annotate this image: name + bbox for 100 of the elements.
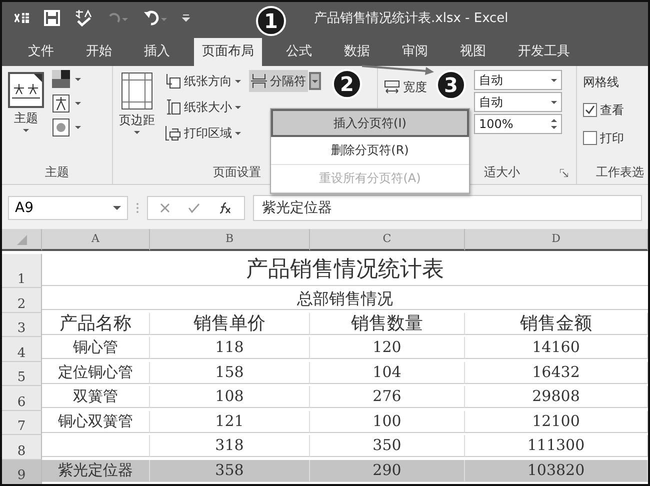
group-label: 页面设置 <box>213 164 261 181</box>
gridlines-heading: 网格线 <box>582 74 620 90</box>
check-icon <box>585 105 595 115</box>
ribbon-tab[interactable]: 开始 <box>78 38 120 66</box>
group-label: 工作表选 <box>595 164 644 181</box>
caret-icon <box>235 80 241 82</box>
fonts-icon[interactable] <box>52 94 82 114</box>
row-header[interactable]: 5 <box>2 362 42 386</box>
ribbon-tab[interactable]: 文件 <box>20 38 62 66</box>
row-header[interactable]: 2 <box>2 288 42 312</box>
width-icon <box>384 80 400 94</box>
group-label: 主题 <box>44 164 70 181</box>
ribbon-tab[interactable]: 审阅 <box>394 38 436 66</box>
table-cell: 100 <box>310 410 465 432</box>
height-dropdown[interactable]: 自动 <box>474 92 562 112</box>
window-title: 产品销售情况统计表.xlsx - Excel <box>314 10 508 27</box>
themes-button[interactable]: 主题 <box>6 70 46 162</box>
ribbon-tab[interactable]: 数据 <box>336 38 378 66</box>
table-cell: 销售单价 <box>150 312 310 334</box>
customize-icon[interactable] <box>182 13 190 23</box>
undo-icon[interactable] <box>144 10 168 26</box>
ribbon-tab[interactable]: 插入 <box>136 38 178 66</box>
dialog-launcher-icon[interactable] <box>560 169 568 177</box>
margins-icon <box>121 72 153 110</box>
row-header[interactable]: 1 <box>2 254 42 288</box>
grip-icon <box>136 202 139 214</box>
row-header[interactable]: 4 <box>2 337 42 362</box>
table-cell: 铜心双簧管 <box>42 410 150 432</box>
table-cell: 350 <box>310 435 465 457</box>
table-cell: 产品名称 <box>42 312 150 334</box>
checkbox[interactable] <box>583 103 597 117</box>
table-cell: 111300 <box>465 435 648 457</box>
page-setup-button[interactable]: 纸张大小 <box>163 96 243 118</box>
table-cell: 定位铜心管 <box>42 362 150 384</box>
table-cell: 12100 <box>465 410 648 432</box>
table-cell: 120 <box>310 337 465 359</box>
column-header[interactable]: C <box>310 229 465 251</box>
table-cell: 29808 <box>465 386 648 408</box>
page-setup-button[interactable]: 打印区域 <box>163 122 243 144</box>
table-cell: 104 <box>310 362 465 384</box>
function-icon[interactable] <box>218 202 232 214</box>
column-header[interactable]: D <box>465 229 648 251</box>
row-header[interactable]: 3 <box>2 312 42 337</box>
row-header[interactable]: 8 <box>2 435 42 460</box>
caret-icon[interactable] <box>113 206 121 210</box>
spelling-icon[interactable] <box>74 9 92 27</box>
column-header[interactable]: B <box>150 229 310 251</box>
theme-icon <box>8 72 44 108</box>
cancel-icon[interactable] <box>160 203 170 213</box>
caret-icon <box>551 78 557 82</box>
enter-icon[interactable] <box>188 203 200 213</box>
table-cell: 紫光定位器 <box>42 460 150 482</box>
scale-spinner[interactable]: 100% <box>474 114 562 134</box>
table-cell: 14160 <box>465 337 648 359</box>
table-cell: 销售金额 <box>465 312 648 334</box>
checkbox-label: 打印 <box>600 130 624 146</box>
formula-field[interactable]: 紫光定位器 <box>253 195 642 221</box>
caret-icon <box>551 100 557 104</box>
row-header[interactable]: 7 <box>2 410 42 435</box>
ribbon-tab[interactable]: 开发工具 <box>510 38 578 66</box>
breaks-icon <box>251 73 267 89</box>
caret-icon <box>235 106 241 108</box>
row-header[interactable]: 9 <box>2 460 42 484</box>
checkbox[interactable] <box>583 131 597 145</box>
ribbon-tab[interactable]: 公式 <box>278 38 320 66</box>
effects-icon[interactable] <box>52 118 82 138</box>
table-cell: 总部销售情况 <box>42 288 648 310</box>
save-icon[interactable] <box>44 10 60 26</box>
table-cell: 158 <box>150 362 310 384</box>
table-cell: 118 <box>150 337 310 359</box>
table-cell: 121 <box>150 410 310 432</box>
name-box[interactable]: A9 <box>8 196 128 220</box>
checkbox-label: 查看 <box>600 102 624 118</box>
colors-icon[interactable] <box>52 70 82 90</box>
table-cell: 290 <box>310 460 465 482</box>
caret-icon <box>23 129 29 132</box>
row-header[interactable]: 6 <box>2 386 42 410</box>
caret-icon <box>134 131 140 134</box>
spinner-icon[interactable] <box>551 118 557 130</box>
table-cell: 318 <box>150 435 310 457</box>
breaks-button[interactable]: 分隔符 <box>249 70 308 92</box>
page-setup-button[interactable]: 纸张方向 <box>163 70 243 92</box>
ribbon-tab[interactable]: 视图 <box>452 38 494 66</box>
table-cell: 销售数量 <box>310 312 465 334</box>
group-label: 适大小 <box>484 164 520 181</box>
width-button[interactable]: 宽度 <box>382 76 429 98</box>
breaks-dropdown-button[interactable] <box>309 72 321 90</box>
menu-item[interactable]: 插入分页符(I) <box>271 109 469 137</box>
column-header[interactable]: A <box>42 229 150 251</box>
table-cell: 108 <box>150 386 310 408</box>
width-dropdown[interactable]: 自动 <box>474 70 562 90</box>
orientation-icon <box>165 73 181 89</box>
print-area-icon <box>165 125 181 141</box>
caret-icon <box>312 80 318 82</box>
page-size-icon <box>165 99 181 115</box>
menu-item[interactable]: 删除分页符(R) <box>271 137 469 165</box>
margins-button[interactable]: 页边距 <box>117 70 157 162</box>
table-cell: 双簧管 <box>42 386 150 408</box>
table-cell: 铜心管 <box>42 337 150 359</box>
ribbon-tab[interactable]: 页面布局 <box>194 38 262 66</box>
